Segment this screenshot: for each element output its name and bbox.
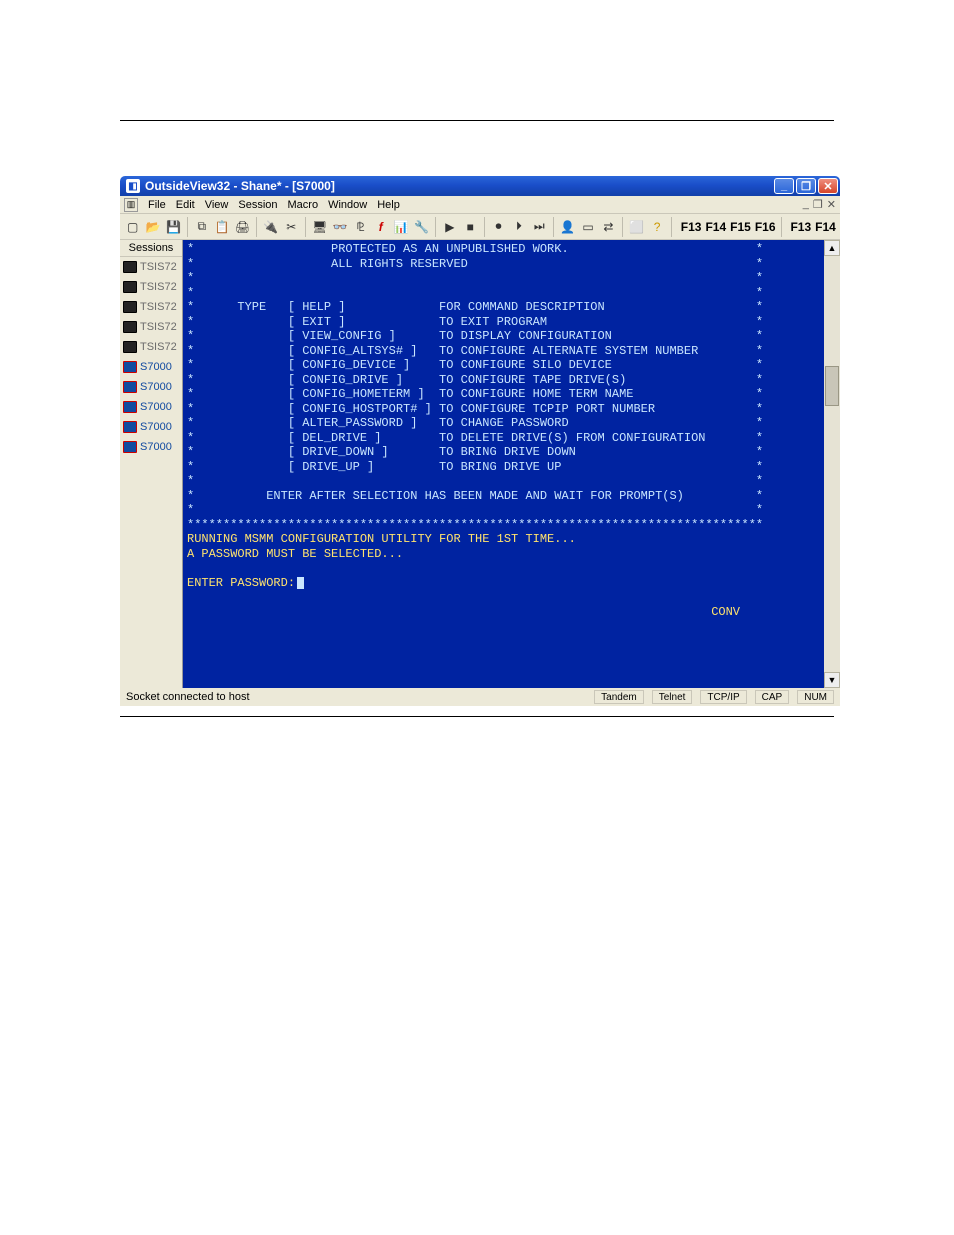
- session-item-8[interactable]: S7000: [120, 417, 182, 437]
- print-icon[interactable]: 🖨: [234, 218, 251, 236]
- menubar: ▥ File Edit View Session Macro Window He…: [120, 196, 840, 214]
- user-icon[interactable]: 👤: [559, 218, 576, 236]
- text-cursor: [297, 577, 304, 589]
- mdi-minimize-button[interactable]: _: [803, 198, 809, 211]
- sessions-header: Sessions: [120, 240, 182, 257]
- step-icon[interactable]: ⏭: [531, 218, 548, 236]
- app-icon: ◧: [126, 179, 140, 193]
- session-label: S7000: [140, 401, 172, 413]
- status-host: Tandem: [594, 690, 644, 704]
- fkey-f13-b[interactable]: F13: [790, 220, 811, 234]
- copy-icon[interactable]: ⧉: [193, 218, 210, 236]
- minimize-button[interactable]: _: [774, 178, 794, 194]
- mdi-restore-button[interactable]: ❐: [813, 198, 823, 211]
- session-label: TSIS72: [140, 301, 177, 313]
- session-label: TSIS72: [140, 261, 177, 273]
- session-label: S7000: [140, 421, 172, 433]
- connect-icon[interactable]: 🔌: [262, 218, 279, 236]
- status-caps: CAP: [755, 690, 790, 704]
- terminal-icon: [123, 341, 137, 353]
- session-label: S7000: [140, 361, 172, 373]
- terminal-icon: [123, 281, 137, 293]
- terminal-screen[interactable]: * PROTECTED AS AN UNPUBLISHED WORK. * * …: [183, 240, 824, 688]
- session-item-4[interactable]: TSIS72: [120, 337, 182, 357]
- statusbar: Socket connected to host Tandem Telnet T…: [120, 688, 840, 706]
- glasses-icon[interactable]: 👓: [331, 218, 348, 236]
- session-item-1[interactable]: TSIS72: [120, 277, 182, 297]
- record-icon[interactable]: ⏺: [490, 218, 507, 236]
- tool-icon[interactable]: 🔧: [413, 218, 430, 236]
- status-transport: TCP/IP: [700, 690, 746, 704]
- session-label: TSIS72: [140, 321, 177, 333]
- function-icon[interactable]: f: [372, 218, 389, 236]
- terminal-icon: [123, 301, 137, 313]
- mdi-system-icon[interactable]: ▥: [124, 198, 138, 212]
- scroll-down-icon[interactable]: ▼: [824, 672, 840, 688]
- status-connection: Socket connected to host: [126, 691, 250, 703]
- maximize-button[interactable]: ❐: [796, 178, 816, 194]
- fkey-f14[interactable]: F14: [705, 220, 726, 234]
- session-item-7[interactable]: S7000: [120, 397, 182, 417]
- menu-help[interactable]: Help: [377, 199, 400, 211]
- menu-view[interactable]: View: [205, 199, 229, 211]
- session-label: TSIS72: [140, 341, 177, 353]
- terminal-icon: [123, 441, 137, 453]
- binary-icon[interactable]: ⅊: [352, 218, 369, 236]
- session-label: S7000: [140, 441, 172, 453]
- session-item-5[interactable]: S7000: [120, 357, 182, 377]
- session-item-9[interactable]: S7000: [120, 437, 182, 457]
- terminal-icon: [123, 381, 137, 393]
- session-label: S7000: [140, 381, 172, 393]
- transfer-icon[interactable]: ⇄: [600, 218, 617, 236]
- status-num: NUM: [797, 690, 834, 704]
- run-icon[interactable]: ▶: [441, 218, 458, 236]
- scroll-thumb[interactable]: [825, 366, 839, 406]
- fkey-f13[interactable]: F13: [681, 220, 702, 234]
- titlebar[interactable]: ◧ OutsideView32 - Shane* - [S7000] _ ❐ ✕: [120, 176, 840, 196]
- save-icon[interactable]: 💾: [165, 218, 182, 236]
- session-item-6[interactable]: S7000: [120, 377, 182, 397]
- status-protocol: Telnet: [652, 690, 693, 704]
- new-icon[interactable]: ▢: [124, 218, 141, 236]
- fkey-f15[interactable]: F15: [730, 220, 751, 234]
- fkey-f14-b[interactable]: F14: [815, 220, 836, 234]
- chart-icon[interactable]: 📊: [392, 218, 409, 236]
- terminal-emulator-window: ◧ OutsideView32 - Shane* - [S7000] _ ❐ ✕…: [120, 176, 840, 706]
- menu-session[interactable]: Session: [238, 199, 277, 211]
- scroll-track[interactable]: [824, 256, 840, 672]
- window-icon[interactable]: ▭: [579, 218, 596, 236]
- session-label: TSIS72: [140, 281, 177, 293]
- menu-macro[interactable]: Macro: [288, 199, 319, 211]
- terminal-icon: [123, 361, 137, 373]
- stop-icon[interactable]: ■: [462, 218, 479, 236]
- close-button[interactable]: ✕: [818, 178, 838, 194]
- terminal-icon: [123, 421, 137, 433]
- terminal-icon: [123, 401, 137, 413]
- mdi-close-button[interactable]: ✕: [827, 198, 836, 211]
- main-area: Sessions TSIS72 TSIS72 TSIS72 TSIS72 TSIS72 S…: [120, 240, 840, 688]
- sessions-panel: Sessions TSIS72 TSIS72 TSIS72 TSIS72 TSIS72 S…: [120, 240, 183, 688]
- menu-window[interactable]: Window: [328, 199, 367, 211]
- terminal-icon[interactable]: 🖥: [311, 218, 328, 236]
- toolbar: ▢ 📂 💾 ⧉ 📋 🖨 🔌 ✂ 🖥 👓 ⅊ f 📊 🔧 ▶ ■ ⏺ ⏵ ⏭: [120, 214, 840, 240]
- vertical-scrollbar[interactable]: ▲ ▼: [824, 240, 840, 688]
- paste-icon[interactable]: 📋: [213, 218, 230, 236]
- play-icon[interactable]: ⏵: [510, 218, 527, 236]
- session-item-2[interactable]: TSIS72: [120, 297, 182, 317]
- menu-edit[interactable]: Edit: [176, 199, 195, 211]
- session-item-3[interactable]: TSIS72: [120, 317, 182, 337]
- scroll-up-icon[interactable]: ▲: [824, 240, 840, 256]
- fkey-f16[interactable]: F16: [755, 220, 776, 234]
- session-item-0[interactable]: TSIS72: [120, 257, 182, 277]
- open-icon[interactable]: 📂: [144, 218, 161, 236]
- help-icon[interactable]: ?: [648, 218, 665, 236]
- disconnect-icon[interactable]: ✂: [283, 218, 300, 236]
- maximize-icon[interactable]: ⬜: [628, 218, 645, 236]
- terminal-icon: [123, 321, 137, 333]
- menu-file[interactable]: File: [148, 199, 166, 211]
- terminal-icon: [123, 261, 137, 273]
- window-title: OutsideView32 - Shane* - [S7000]: [145, 179, 774, 193]
